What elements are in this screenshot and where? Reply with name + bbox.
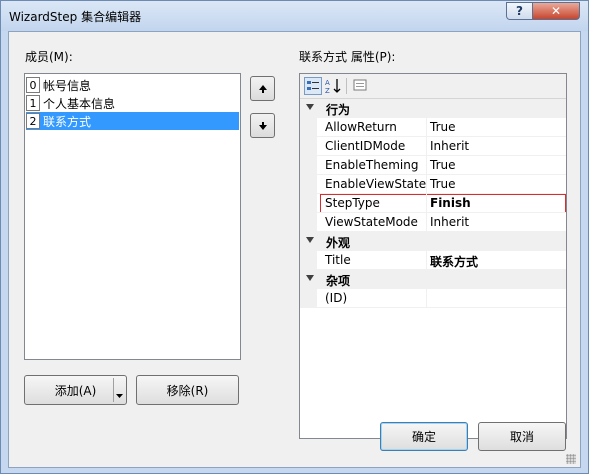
list-item[interactable]: 0 帐号信息 — [26, 76, 239, 94]
list-item-label: 联系方式 — [43, 114, 92, 129]
property-row[interactable]: ViewStateMode Inherit — [300, 213, 566, 232]
collapse-icon[interactable] — [306, 275, 314, 281]
close-button[interactable]: ✕ — [532, 2, 580, 20]
add-button-label: 添加(A) — [54, 383, 97, 398]
property-value[interactable]: Inherit — [430, 215, 469, 229]
remove-button[interactable]: 移除(R) — [136, 375, 239, 405]
category-appearance[interactable]: 外观 — [300, 232, 566, 251]
alphabetical-sort-icon[interactable]: AZ — [324, 77, 342, 95]
property-name: AllowReturn — [325, 120, 397, 134]
dropdown-arrow-icon[interactable] — [116, 387, 123, 401]
resize-grip[interactable] — [566, 454, 576, 464]
title-bar[interactable]: WizardStep 集合编辑器 ? ✕ — [1, 1, 588, 31]
list-item-selected[interactable]: 2 联系方式 — [26, 112, 239, 130]
remove-button-label: 移除(R) — [166, 383, 209, 398]
property-name: EnableTheming — [325, 158, 419, 172]
property-value[interactable]: True — [430, 158, 456, 172]
property-value[interactable]: True — [430, 177, 456, 191]
members-list[interactable]: 0 帐号信息 1 个人基本信息 2 联系方式 — [24, 73, 241, 360]
category-misc[interactable]: 杂项 — [300, 270, 566, 289]
move-up-button[interactable] — [250, 76, 275, 101]
split-divider — [113, 378, 114, 402]
property-name: ViewStateMode — [325, 215, 418, 229]
collapse-icon[interactable] — [306, 104, 314, 110]
list-item[interactable]: 1 个人基本信息 — [26, 94, 239, 112]
property-value[interactable]: Finish — [430, 196, 471, 210]
svg-text:A: A — [325, 79, 330, 87]
property-pages-icon[interactable] — [352, 77, 370, 95]
property-value[interactable]: 联系方式 — [430, 253, 478, 270]
property-name: Title — [325, 253, 351, 267]
add-button[interactable]: 添加(A) — [24, 375, 127, 405]
list-item-label: 帐号信息 — [43, 78, 92, 93]
property-name: StepType — [325, 196, 380, 210]
toolbar-separator — [346, 78, 347, 94]
property-name: EnableViewState — [325, 177, 427, 191]
property-value[interactable]: True — [430, 120, 456, 134]
list-item-index: 2 — [26, 113, 40, 129]
property-row[interactable]: (ID) — [300, 289, 566, 308]
categorized-view-icon[interactable] — [304, 77, 322, 95]
window-title: WizardStep 集合编辑器 — [9, 10, 142, 24]
property-row[interactable]: EnableTheming True — [300, 156, 566, 175]
list-item-label: 个人基本信息 — [43, 96, 116, 111]
property-row[interactable]: Title 联系方式 — [300, 251, 566, 270]
move-down-button[interactable] — [250, 113, 275, 138]
property-value[interactable]: Inherit — [430, 139, 469, 153]
properties-label: 联系方式 属性(P): — [299, 50, 396, 64]
arrow-down-icon — [258, 121, 267, 130]
arrow-up-icon — [258, 84, 267, 93]
category-behavior[interactable]: 行为 — [300, 99, 566, 118]
dialog-body: 成员(M): 联系方式 属性(P): 0 帐号信息 1 个人基本信息 2 联系方… — [8, 31, 581, 468]
property-grid-toolbar: AZ — [300, 74, 566, 99]
property-row-steptype[interactable]: StepType Finish — [300, 194, 566, 213]
property-name: ClientIDMode — [325, 139, 406, 153]
help-button[interactable]: ? — [506, 2, 533, 20]
list-item-index: 1 — [26, 95, 40, 111]
property-grid[interactable]: AZ 行为 AllowReturn True ClientIDMode Inhe… — [299, 73, 567, 439]
property-row[interactable]: AllowReturn True — [300, 118, 566, 137]
collapse-icon[interactable] — [306, 237, 314, 243]
property-row[interactable]: ClientIDMode Inherit — [300, 137, 566, 156]
property-row[interactable]: EnableViewState True — [300, 175, 566, 194]
members-label: 成员(M): — [25, 50, 73, 64]
cancel-button-label: 取消 — [509, 430, 534, 444]
collection-editor-window: WizardStep 集合编辑器 ? ✕ 成员(M): 联系方式 属性(P): … — [0, 0, 589, 474]
ok-button-label: 确定 — [411, 430, 436, 444]
property-name: (ID) — [325, 291, 348, 305]
list-item-index: 0 — [26, 77, 40, 93]
cancel-button[interactable]: 取消 — [478, 422, 566, 451]
svg-text:Z: Z — [325, 87, 330, 95]
ok-button[interactable]: 确定 — [380, 422, 468, 451]
